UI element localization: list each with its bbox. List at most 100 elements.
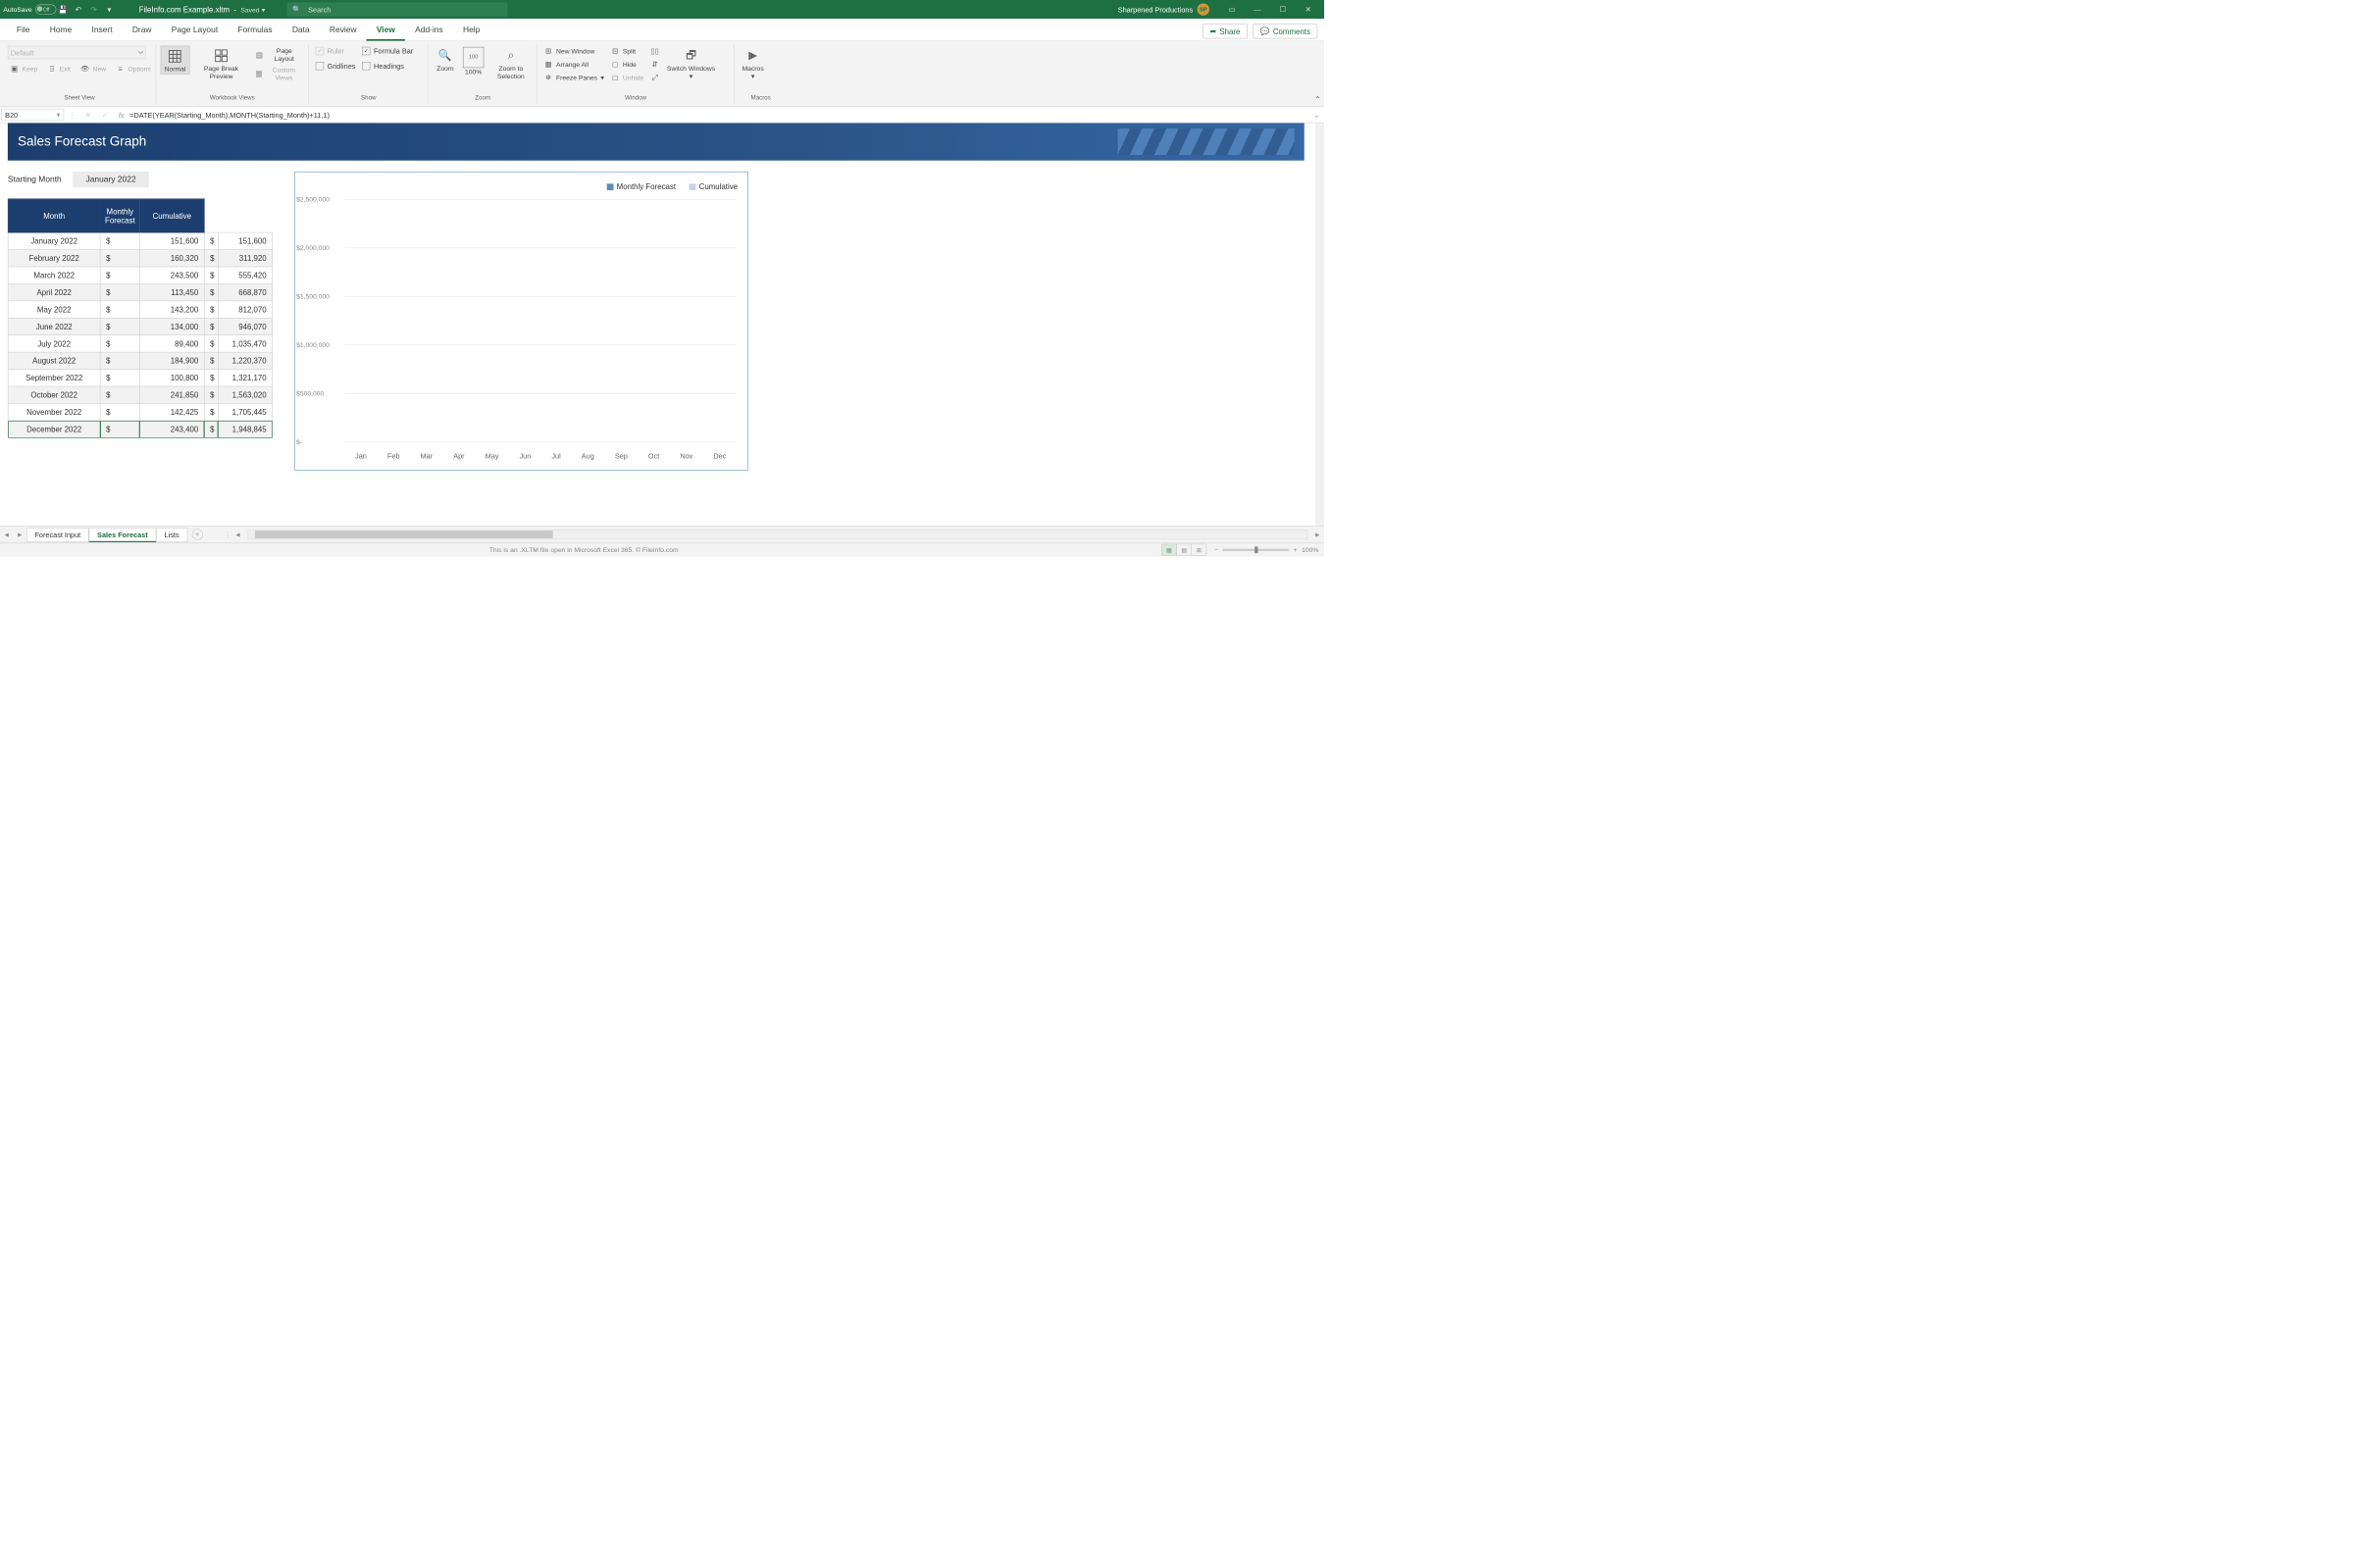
zoom-selection-button[interactable]: ⌕Zoom to Selection	[489, 46, 533, 81]
zoom100-button[interactable]: 100100%	[460, 46, 487, 77]
tab-formulas[interactable]: Formulas	[228, 21, 281, 40]
gridlines-checkbox[interactable]: Gridlines	[314, 61, 358, 72]
forecast-chart[interactable]: Monthly Forecast Cumulative $-$500,000$1…	[294, 172, 747, 471]
table-row[interactable]: October 2022$241,850$1,563,020	[8, 386, 272, 403]
pagelayout-view-icon[interactable]: ▤	[1176, 544, 1192, 556]
search-input[interactable]: 🔍 Search	[287, 2, 508, 17]
comment-icon: 💬	[1260, 26, 1270, 36]
zoom-in-icon[interactable]: +	[1294, 546, 1298, 554]
minimize-icon[interactable]: —	[1245, 0, 1270, 19]
zoom-icon: 🔍	[436, 47, 454, 65]
sidebyside-icon: ▯▯	[650, 47, 659, 56]
starting-month-cell[interactable]: January 2022	[73, 172, 149, 187]
autosave-toggle[interactable]: AutoSave Off	[3, 5, 49, 15]
hscroll-right-icon[interactable]: ►	[1311, 531, 1325, 538]
customviews-button: ▥Custom Views	[253, 65, 304, 82]
table-row[interactable]: June 2022$134,000$946,070	[8, 318, 272, 334]
tab-add-ins[interactable]: Add-ins	[405, 21, 453, 40]
formula-input[interactable]: =DATE(YEAR(Starting_Month),MONTH(Startin…	[129, 111, 1309, 119]
maximize-icon[interactable]: ☐	[1270, 0, 1296, 19]
table-row[interactable]: July 2022$89,400$1,035,470	[8, 335, 272, 352]
fx-icon[interactable]: fx	[113, 111, 129, 119]
undo-icon[interactable]: ↶	[73, 4, 83, 15]
tab-file[interactable]: File	[7, 21, 40, 40]
redo-icon[interactable]: ↷	[88, 4, 99, 15]
tab-data[interactable]: Data	[282, 21, 320, 40]
tab-pagelayout[interactable]: Page Layout	[162, 21, 229, 40]
split-button[interactable]: ⊟Split	[608, 46, 645, 57]
table-row[interactable]: November 2022$142,425$1,705,445	[8, 403, 272, 420]
share-button[interactable]: ➦Share	[1203, 24, 1248, 38]
zoom-slider[interactable]	[1223, 549, 1290, 551]
pagebreak-button[interactable]: Page Break Preview	[192, 46, 251, 81]
viewside-button[interactable]: ▯▯	[648, 46, 662, 57]
vertical-scrollbar[interactable]: ▲▼	[1315, 123, 1324, 526]
hide-icon: ◻	[611, 60, 620, 69]
freeze-button[interactable]: ❄Freeze Panes ▾	[541, 73, 606, 83]
collapse-ribbon-icon[interactable]: ⌃	[1314, 95, 1321, 105]
ribbon-display-icon[interactable]: ▭	[1219, 0, 1245, 19]
sheet-tab[interactable]: Lists	[156, 528, 187, 542]
hide-button[interactable]: ◻Hide	[608, 59, 645, 70]
new-sheet-icon[interactable]: +	[192, 529, 203, 539]
table-row[interactable]: May 2022$143,200$812,070	[8, 301, 272, 318]
zoom-out-icon[interactable]: −	[1214, 546, 1218, 554]
tab-home[interactable]: Home	[40, 21, 82, 40]
filename[interactable]: FileInfo.com Example.xltm - Saved ▾	[139, 5, 265, 14]
tab-next-icon[interactable]: ►	[14, 531, 27, 538]
sheetview-select[interactable]: Default	[8, 46, 146, 60]
tab-view[interactable]: View	[367, 21, 405, 40]
close-icon[interactable]: ✕	[1296, 0, 1321, 19]
sheet-tab[interactable]: Sales Forecast	[89, 528, 157, 542]
new-button: 👁New	[78, 64, 108, 75]
tab-prev-icon[interactable]: ◄	[0, 531, 14, 538]
formula-bar: B20▾ ⋮ ✕ ✓ fx =DATE(YEAR(Starting_Month)…	[0, 107, 1324, 123]
arrange-icon: ▦	[544, 60, 553, 69]
zoom-level[interactable]: 100%	[1302, 546, 1318, 554]
table-row[interactable]: January 2022$151,600$151,600	[8, 232, 272, 249]
table-row[interactable]: December 2022$243,400$1,948,845	[8, 421, 272, 437]
zoom100-icon: 100	[463, 47, 484, 68]
new-icon: 👁	[80, 65, 89, 74]
new-window-button[interactable]: ⊞New Window	[541, 46, 606, 57]
tab-help[interactable]: Help	[453, 21, 490, 40]
account-button[interactable]: Sharpened Productions SP	[1118, 3, 1209, 15]
macros-button[interactable]: ▶Macros ▾	[739, 46, 767, 81]
comments-button[interactable]: 💬Comments	[1253, 24, 1317, 38]
worksheet[interactable]: Sales Forecast Graph Starting Month Janu…	[0, 123, 1324, 526]
tab-draw[interactable]: Draw	[123, 21, 162, 40]
qat-dropdown-icon[interactable]: ▾	[104, 4, 115, 15]
normal-view-button[interactable]: Normal	[161, 46, 190, 75]
switch-windows-button[interactable]: 🗗Switch Windows ▾	[664, 46, 719, 81]
formulabar-checkbox[interactable]: ✓Formula Bar	[360, 46, 416, 57]
horizontal-scrollbar[interactable]	[248, 530, 1308, 539]
hscroll-left-icon[interactable]: ◄	[231, 531, 245, 538]
group-label: Workbook Views	[161, 93, 304, 102]
table-row[interactable]: April 2022$113,450$668,870	[8, 283, 272, 300]
save-icon[interactable]: 💾	[57, 4, 68, 15]
exit-button: ⍈Exit	[45, 64, 73, 75]
table-row[interactable]: September 2022$100,800$1,321,170	[8, 370, 272, 386]
enter-icon[interactable]: ✓	[96, 111, 113, 120]
expand-formula-icon[interactable]: ⌄	[1309, 111, 1324, 120]
name-box[interactable]: B20▾	[1, 109, 64, 121]
tab-review[interactable]: Review	[320, 21, 367, 40]
table-row[interactable]: February 2022$160,320$311,920	[8, 250, 272, 267]
headings-checkbox[interactable]: Headings	[360, 61, 416, 72]
sheet-tab[interactable]: Forecast Input	[26, 528, 89, 542]
pagelayout-button[interactable]: ▤Page Layout	[253, 46, 304, 64]
status-message: This is an .XLTM file open in Microsoft …	[6, 546, 1162, 554]
table-row[interactable]: August 2022$184,900$1,220,370	[8, 352, 272, 369]
table-row[interactable]: March 2022$243,500$555,420	[8, 267, 272, 283]
search-icon: 🔍	[292, 5, 301, 14]
ribbon: Default ▣Keep ⍈Exit 👁New ≡Options Sheet …	[0, 41, 1324, 107]
pagebreak-view-icon[interactable]: ⊞	[1192, 544, 1207, 556]
cancel-icon[interactable]: ✕	[78, 111, 95, 120]
col-forecast: Monthly Forecast	[100, 199, 139, 232]
starting-month-label: Starting Month	[8, 175, 62, 184]
tab-insert[interactable]: Insert	[81, 21, 122, 40]
unhide-icon: ◻	[611, 74, 620, 82]
zoom-button[interactable]: 🔍Zoom	[434, 46, 458, 74]
normal-view-icon[interactable]: ▦	[1161, 544, 1177, 556]
arrange-button[interactable]: ▦Arrange All	[541, 59, 606, 70]
